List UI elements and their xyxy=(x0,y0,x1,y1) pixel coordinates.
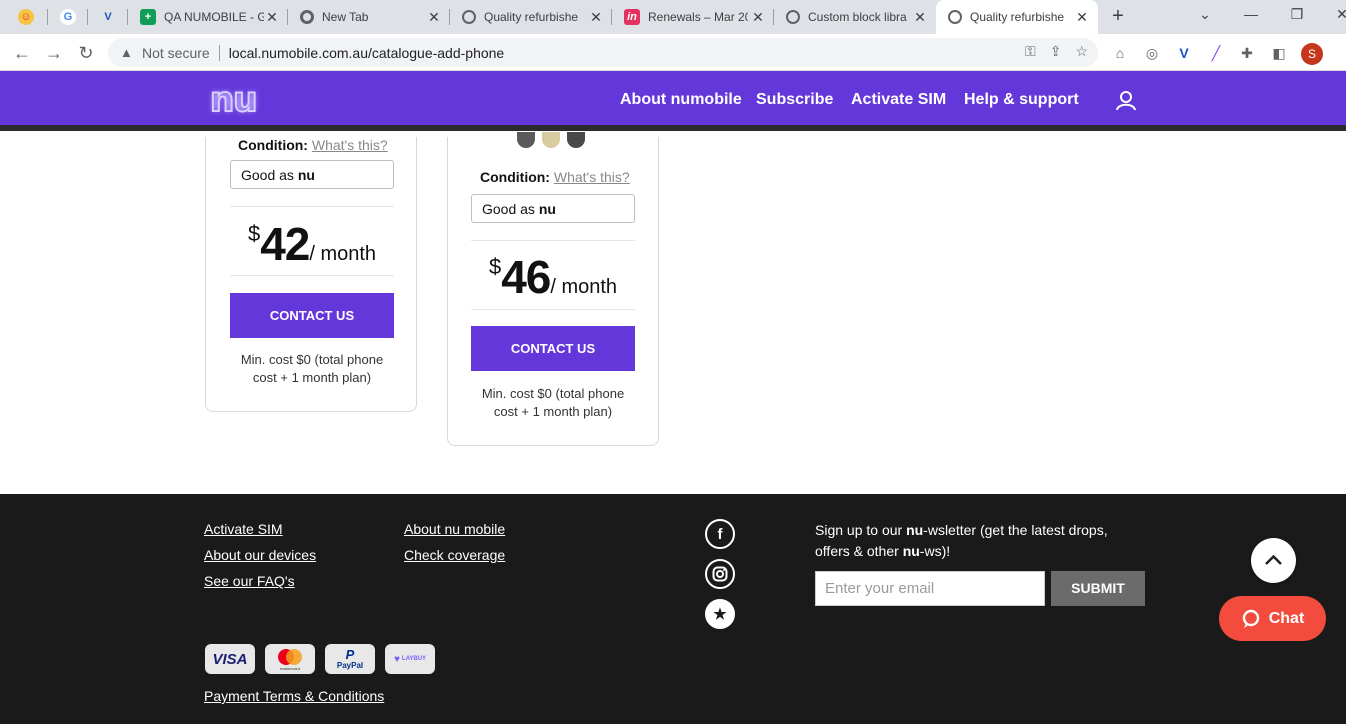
extension-2-icon[interactable]: ◎ xyxy=(1142,43,1162,63)
facebook-icon[interactable]: f xyxy=(705,519,735,549)
tab-search-icon[interactable]: ⌄ xyxy=(1193,6,1217,28)
footer-link-check-coverage[interactable]: Check coverage xyxy=(404,547,505,563)
price: $46/ month xyxy=(488,251,618,303)
close-icon[interactable]: ✕ xyxy=(264,9,280,25)
tab-quality-refurbished-active[interactable]: Quality refurbishe ✕ xyxy=(936,0,1098,34)
close-icon[interactable]: ✕ xyxy=(426,9,442,25)
address-bar[interactable]: ▲ Not secure local.numobile.com.au/catal… xyxy=(108,38,1098,67)
footer-link-activate-sim[interactable]: Activate SIM xyxy=(204,521,283,537)
min-cost-text: Min. cost $0 (total phone cost + 1 month… xyxy=(240,352,384,385)
close-window-button[interactable]: ✕ xyxy=(1330,6,1346,28)
visa-logo: VISA xyxy=(205,644,255,674)
restore-button[interactable]: ❐ xyxy=(1285,6,1309,28)
close-icon[interactable]: ✕ xyxy=(1074,9,1090,25)
close-icon[interactable]: ✕ xyxy=(588,9,604,25)
url-text[interactable]: local.numobile.com.au/catalogue-add-phon… xyxy=(229,45,505,61)
reload-icon[interactable]: ↻ xyxy=(74,41,98,65)
close-icon[interactable]: ✕ xyxy=(750,9,766,25)
back-icon[interactable]: ← xyxy=(10,41,34,65)
numobile-logo[interactable]: nu xyxy=(209,82,258,118)
footer-link-about-nu-mobile[interactable]: About nu mobile xyxy=(404,521,505,537)
smiley-icon: ☺ xyxy=(18,9,34,25)
site-footer: Activate SIM About our devices See our F… xyxy=(0,494,1346,724)
contact-us-button[interactable]: CONTACT US xyxy=(471,326,635,371)
bookmark-star-icon[interactable]: ☆ xyxy=(1075,43,1088,60)
email-input[interactable]: Enter your email xyxy=(815,571,1045,606)
condition-row: Condition: What's this? xyxy=(480,169,630,185)
site-header: nu About numobile Subscribe Activate SIM… xyxy=(0,71,1346,131)
v-extension-icon[interactable]: V xyxy=(1174,43,1194,63)
laybuy-logo: ♥ LAYBUY xyxy=(385,644,435,674)
chevron-up-icon xyxy=(1265,554,1282,565)
condition-row: Condition: What's this? xyxy=(238,137,388,153)
whats-this-link[interactable]: What's this? xyxy=(554,169,630,185)
tab-pinned-3[interactable]: V xyxy=(88,0,128,34)
tab-quality-refurbished-1[interactable]: Quality refurbishe ✕ xyxy=(450,0,612,34)
nav-help-support[interactable]: Help & support xyxy=(964,91,1079,109)
submit-button[interactable]: SUBMIT xyxy=(1051,571,1145,606)
profile-avatar[interactable]: S xyxy=(1301,43,1323,65)
contact-us-button[interactable]: CONTACT US xyxy=(230,293,394,338)
puzzle-icon[interactable]: ✚ xyxy=(1237,43,1257,63)
globe-icon xyxy=(462,10,476,24)
side-panel-icon[interactable]: ◧ xyxy=(1269,43,1289,63)
color-swatch[interactable] xyxy=(567,132,585,148)
google-icon: G xyxy=(60,9,76,25)
tab-pinned-2[interactable]: G xyxy=(48,0,88,34)
product-card: Condition: What's this? Good as nu $42/ … xyxy=(205,137,417,412)
scroll-to-top-button[interactable] xyxy=(1251,538,1296,583)
chat-bubble-icon xyxy=(1242,609,1259,628)
forward-icon[interactable]: → xyxy=(42,41,66,65)
close-icon[interactable]: ✕ xyxy=(912,9,928,25)
condition-select[interactable]: Good as nu xyxy=(230,160,394,189)
product-card: Condition: What's this? Good as nu $46/ … xyxy=(447,132,659,446)
v-logo-icon: V xyxy=(104,11,112,23)
footer-link-faqs[interactable]: See our FAQ's xyxy=(204,573,295,589)
sheets-icon: + xyxy=(140,9,156,25)
payment-terms-link[interactable]: Payment Terms & Conditions xyxy=(204,688,384,704)
security-label[interactable]: Not secure xyxy=(142,45,210,61)
browser-tab-bar: ☺ G V + QA NUMOBILE - G ✕ New Tab ✕ Qual… xyxy=(0,0,1346,34)
tab-pinned-1[interactable]: ☺ xyxy=(6,0,48,34)
minimize-button[interactable]: — xyxy=(1239,6,1263,28)
mastercard-logo: mastercard xyxy=(265,644,315,674)
tab-new-tab[interactable]: New Tab ✕ xyxy=(288,0,450,34)
feather-icon[interactable]: ╱ xyxy=(1206,43,1226,63)
warning-icon: ▲ xyxy=(120,44,133,60)
key-icon[interactable]: ⚿ xyxy=(1025,43,1036,60)
instagram-icon[interactable] xyxy=(705,559,735,589)
invision-icon: in xyxy=(624,9,640,25)
globe-icon xyxy=(786,10,800,24)
min-cost-text: Min. cost $0 (total phone cost + 1 month… xyxy=(481,386,625,419)
tab-custom-block[interactable]: Custom block libra ✕ xyxy=(774,0,936,34)
nav-activate-sim[interactable]: Activate SIM xyxy=(851,91,946,109)
tab-renewals[interactable]: in Renewals – Mar 20 ✕ xyxy=(612,0,774,34)
newsletter-text: Sign up to our nu-wsletter (get the late… xyxy=(815,522,1108,559)
price: $42/ month xyxy=(247,218,377,270)
condition-select[interactable]: Good as nu xyxy=(471,194,635,223)
user-account-icon[interactable] xyxy=(1116,91,1136,111)
globe-icon xyxy=(948,10,962,24)
chat-button[interactable]: Chat xyxy=(1219,596,1326,641)
nav-subscribe[interactable]: Subscribe xyxy=(756,91,833,109)
star-icon[interactable]: ★ xyxy=(705,599,735,629)
paypal-logo: P PayPal xyxy=(325,644,375,674)
browser-toolbar: ← → ↻ ▲ Not secure local.numobile.com.au… xyxy=(0,34,1346,71)
extension-1-icon[interactable]: ⌂ xyxy=(1110,43,1130,63)
share-icon[interactable]: ⇪ xyxy=(1050,43,1062,60)
footer-link-about-devices[interactable]: About our devices xyxy=(204,547,316,563)
new-tab-button[interactable]: + xyxy=(1106,6,1130,28)
tab-qa-numobile[interactable]: + QA NUMOBILE - G ✕ xyxy=(128,0,288,34)
whats-this-link[interactable]: What's this? xyxy=(312,137,388,153)
color-swatch[interactable] xyxy=(542,132,560,148)
nav-about-numobile[interactable]: About numobile xyxy=(620,91,742,109)
color-swatch[interactable] xyxy=(517,132,535,148)
chrome-icon xyxy=(300,10,314,24)
